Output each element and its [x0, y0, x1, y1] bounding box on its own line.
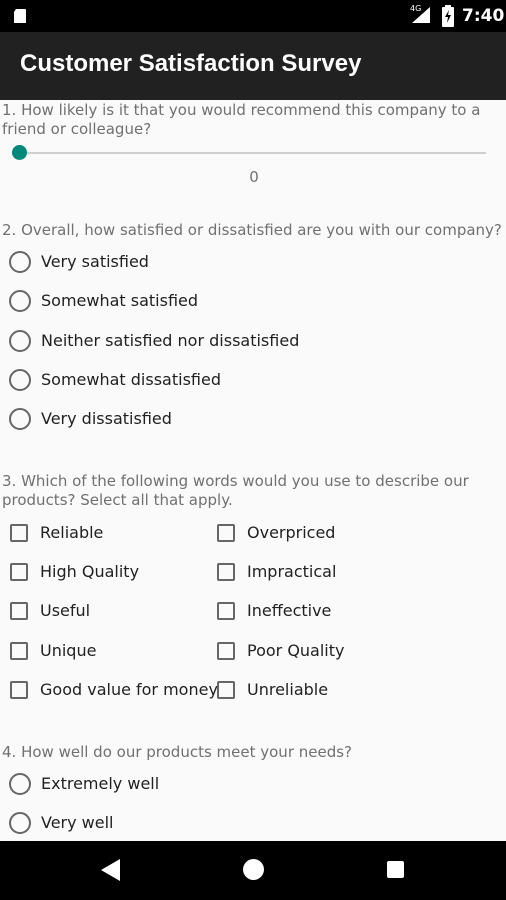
sd-card-icon	[14, 9, 26, 23]
question-3-text: 3. Which of the following words would yo…	[2, 472, 469, 509]
checkbox[interactable]	[10, 602, 28, 620]
recommend-slider-thumb[interactable]	[12, 145, 27, 160]
option-label: Reliable	[40, 523, 104, 542]
checkbox[interactable]	[217, 602, 235, 620]
back-icon[interactable]	[101, 859, 121, 881]
option-label: Very well	[41, 813, 114, 832]
radio-button[interactable]	[9, 773, 31, 795]
battery-icon	[442, 5, 454, 27]
option-label: Useful	[40, 601, 91, 620]
page-title: Customer Satisfaction Survey	[20, 50, 362, 77]
question-1-text: 1. How likely is it that you would recom…	[2, 101, 481, 138]
navigation-bar	[0, 841, 506, 900]
radio-button[interactable]	[9, 251, 31, 273]
option-label: High Quality	[40, 562, 140, 581]
recommend-slider-value: 0	[249, 168, 259, 186]
option-label: Impractical	[247, 562, 337, 581]
radio-button[interactable]	[9, 408, 31, 430]
checkbox[interactable]	[10, 563, 28, 581]
radio-button[interactable]	[9, 812, 31, 834]
option-label: Neither satisfied nor dissatisfied	[41, 331, 300, 350]
option-label: Overpriced	[247, 523, 336, 542]
radio-button[interactable]	[9, 369, 31, 391]
recents-icon[interactable]	[387, 861, 404, 878]
checkbox[interactable]	[10, 681, 28, 699]
option-label: Extremely well	[41, 774, 160, 793]
survey-content[interactable]: 1. How likely is it that you would recom…	[0, 100, 506, 841]
home-icon[interactable]	[243, 859, 264, 880]
checkbox[interactable]	[217, 524, 235, 542]
checkbox[interactable]	[10, 524, 28, 542]
option-label: Unique	[40, 641, 97, 660]
option-label: Poor Quality	[247, 641, 345, 660]
radio-button[interactable]	[9, 290, 31, 312]
recommend-slider-track[interactable]	[20, 152, 486, 154]
status-bar: 4G 7:40	[0, 0, 506, 32]
option-label: Unreliable	[247, 680, 329, 699]
radio-button[interactable]	[9, 330, 31, 352]
option-label: Very satisfied	[41, 252, 149, 271]
checkbox[interactable]	[217, 563, 235, 581]
option-label: Very dissatisfied	[41, 409, 172, 428]
option-label: Good value for money	[40, 680, 218, 699]
question-4-text: 4. How well do our products meet your ne…	[2, 743, 353, 761]
signal-icon	[412, 7, 430, 23]
option-label: Somewhat satisfied	[41, 291, 199, 310]
checkbox[interactable]	[217, 642, 235, 660]
option-label: Ineffective	[247, 601, 332, 620]
status-time: 7:40	[462, 6, 505, 26]
checkbox[interactable]	[217, 681, 235, 699]
app-bar: Customer Satisfaction Survey	[0, 32, 506, 100]
option-label: Somewhat dissatisfied	[41, 370, 221, 389]
question-2-text: 2. Overall, how satisfied or dissatisfie…	[2, 221, 502, 239]
checkbox[interactable]	[10, 642, 28, 660]
